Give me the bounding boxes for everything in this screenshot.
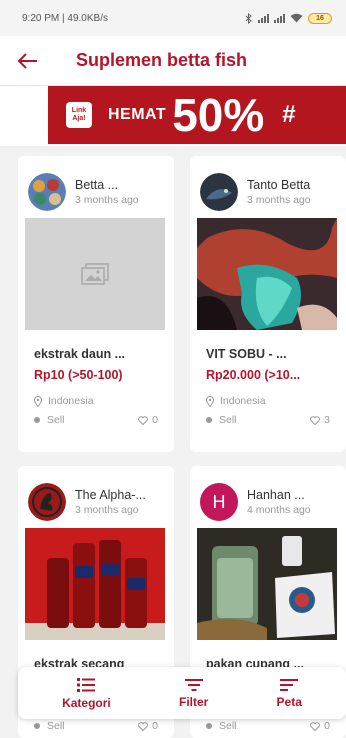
heart-icon [138, 721, 149, 731]
bottom-action-bar: Kategori Filter Peta [18, 667, 346, 719]
app-header: Suplemen betta fish [0, 36, 346, 86]
list-icon [77, 677, 96, 692]
banner-strip: Link Aja! HEMAT 50% # [0, 86, 346, 146]
product-image-placeholder [25, 218, 165, 330]
sort-icon [280, 678, 299, 691]
listing-type: Sell [34, 414, 65, 426]
filter-icon [184, 678, 203, 691]
kategori-button[interactable]: Kategori [62, 677, 111, 710]
seller-name: The Alpha-... [75, 488, 146, 502]
kategori-label: Kategori [62, 695, 111, 710]
page-title: Suplemen betta fish [76, 50, 248, 70]
status-time: 9:20 PM | 49.0KB/s [22, 12, 108, 24]
bluetooth-icon [245, 12, 252, 24]
filter-button[interactable]: Filter [179, 678, 208, 709]
seller-info: H Hanhan ... 4 months ago [190, 466, 346, 524]
like-count[interactable]: 3 [310, 414, 330, 426]
product-meta: Sell 3 [206, 414, 330, 426]
avatar [200, 173, 238, 211]
product-location: Indonesia [206, 395, 266, 407]
avatar [28, 483, 66, 521]
product-meta: Sell 0 [34, 414, 158, 426]
avatar [28, 173, 66, 211]
post-time: 3 months ago [75, 194, 139, 206]
status-dot-icon [206, 417, 212, 424]
like-count[interactable]: 0 [138, 720, 158, 732]
seller-name: Hanhan ... [247, 488, 305, 502]
product-card[interactable]: Tanto Betta 3 months ago VIT SOBU - ... … [190, 156, 346, 452]
product-price: Rp10 (>50-100) [34, 368, 123, 382]
banner-percent-text: 50% [172, 89, 265, 141]
listing-type: Sell [206, 720, 237, 732]
product-card[interactable]: Betta ... 3 months ago ekstrak daun ... … [18, 156, 174, 452]
back-button[interactable] [0, 36, 56, 86]
banner-hemat-text: HEMAT [108, 106, 167, 123]
seller-info: Betta ... 3 months ago [18, 156, 174, 214]
linkaja-logo: Link Aja! [66, 102, 92, 128]
heart-icon [310, 721, 321, 731]
image-placeholder-icon [81, 263, 109, 285]
product-meta: Sell 0 [34, 720, 158, 732]
post-time: 3 months ago [247, 194, 311, 206]
status-dot-icon [34, 417, 40, 424]
promo-banner[interactable]: Link Aja! HEMAT 50% # [48, 86, 346, 144]
product-location: Indonesia [34, 395, 94, 407]
seller-name: Tanto Betta [247, 178, 311, 192]
product-title: ekstrak daun ... [34, 347, 126, 361]
battery-icon: 16 [308, 12, 332, 24]
heart-icon [310, 415, 321, 425]
seller-info: Tanto Betta 3 months ago [190, 156, 346, 214]
product-price: Rp20.000 (>10... [206, 368, 301, 382]
product-image [25, 528, 165, 640]
location-pin-icon [34, 395, 42, 407]
filter-label: Filter [178, 694, 209, 709]
status-bar: 9:20 PM | 49.0KB/s 16 [0, 0, 346, 36]
banner-hash-text: # [282, 101, 296, 128]
arrow-left-icon [18, 52, 37, 69]
post-time: 3 months ago [75, 504, 139, 516]
status-icons: 16 [245, 12, 332, 24]
peta-button[interactable]: Peta [277, 678, 302, 709]
product-image [197, 218, 337, 330]
seller-name: Betta ... [75, 178, 119, 192]
seller-info: The Alpha-... 3 months ago [18, 466, 174, 524]
signal-icon-2 [274, 13, 285, 23]
product-title: VIT SOBU - ... [206, 347, 287, 361]
wifi-icon [290, 13, 303, 23]
listing-type: Sell [34, 720, 65, 732]
status-dot-icon [206, 723, 212, 730]
product-image [197, 528, 337, 640]
avatar: H [200, 483, 238, 521]
signal-icon [258, 13, 269, 23]
status-dot-icon [34, 723, 40, 730]
avatar-letter: H [212, 491, 226, 512]
post-time: 4 months ago [247, 504, 311, 516]
product-meta: Sell 0 [206, 720, 330, 732]
location-pin-icon [206, 395, 214, 407]
like-count[interactable]: 0 [310, 720, 330, 732]
like-count[interactable]: 0 [138, 414, 158, 426]
listing-type: Sell [206, 414, 237, 426]
peta-label: Peta [276, 694, 302, 709]
heart-icon [138, 415, 149, 425]
